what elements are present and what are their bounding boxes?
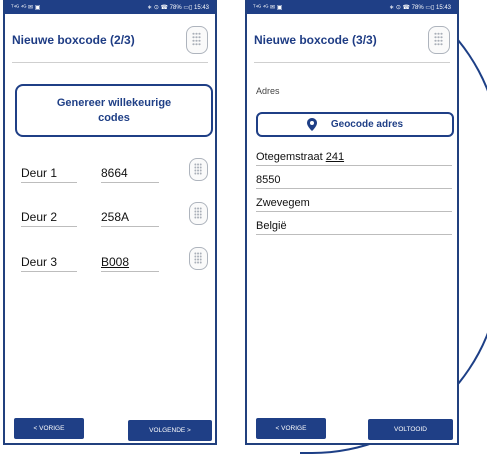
status-left: ᵀ⁴ᴳ ⁴ᴳ ✉ ▣ [253, 4, 283, 11]
generate-random-codes-button[interactable]: Genereer willekeurige codes [15, 84, 213, 137]
door-row: Deur 1 8664 [21, 158, 211, 188]
door-label: Deur 1 [21, 166, 77, 183]
previous-button[interactable]: < VORIGE [256, 418, 326, 439]
previous-button[interactable]: < VORIGE [14, 418, 84, 439]
keypad-icon[interactable] [189, 247, 208, 270]
street-name: Otegemstraat [256, 151, 323, 163]
location-pin-icon [306, 118, 317, 131]
status-left: ᵀ⁴ᴳ ⁴ᴳ ✉ ▣ [11, 4, 41, 11]
door-code-input[interactable]: 258A [101, 210, 159, 227]
next-button[interactable]: VOLGENDE > [128, 420, 212, 441]
house-number: 241 [325, 151, 345, 163]
app-header: Nieuwe boxcode (2/3) [5, 14, 215, 66]
geocode-address-button[interactable]: Geocode adres [256, 112, 454, 137]
header-divider [12, 62, 208, 63]
door-code-input[interactable]: 8664 [101, 166, 159, 183]
page-title: Nieuwe boxcode (2/3) [12, 33, 135, 47]
city-field[interactable]: Zwevegem [256, 197, 452, 212]
keypad-icon[interactable] [189, 158, 208, 181]
postal-code-field[interactable]: 8550 [256, 174, 452, 189]
app-header: Nieuwe boxcode (3/3) [247, 14, 457, 66]
phone-screen-address: ᵀ⁴ᴳ ⁴ᴳ ✉ ▣ ∗ ⊙ ☎ 78% ▭▯ 15:43 Nieuwe box… [245, 0, 459, 445]
status-bar: ᵀ⁴ᴳ ⁴ᴳ ✉ ▣ ∗ ⊙ ☎ 78% ▭▯ 15:43 [247, 0, 457, 14]
status-right: ∗ ⊙ ☎ 78% ▭▯ 15:43 [389, 4, 451, 11]
keypad-icon[interactable] [189, 202, 208, 225]
geocode-button-label: Geocode adres [330, 119, 404, 130]
status-right: ∗ ⊙ ☎ 78% ▭▯ 15:43 [147, 4, 209, 11]
door-code-input[interactable]: B008 [101, 255, 159, 272]
door-label: Deur 3 [21, 255, 77, 272]
country-field[interactable]: België [256, 220, 452, 235]
door-row: Deur 3 B008 [21, 247, 211, 277]
status-bar: ᵀ⁴ᴳ ⁴ᴳ ✉ ▣ ∗ ⊙ ☎ 78% ▭▯ 15:43 [5, 0, 215, 14]
address-label: Adres [256, 86, 280, 96]
header-divider [254, 62, 450, 63]
door-label: Deur 2 [21, 210, 77, 227]
page-title: Nieuwe boxcode (3/3) [254, 33, 377, 47]
keypad-icon [428, 26, 450, 54]
street-field[interactable]: Otegemstraat 241 [256, 151, 452, 166]
phone-screen-door-codes: ᵀ⁴ᴳ ⁴ᴳ ✉ ▣ ∗ ⊙ ☎ 78% ▭▯ 15:43 Nieuwe box… [3, 0, 217, 445]
door-row: Deur 2 258A [21, 202, 211, 232]
finish-button[interactable]: VOLTOOID [368, 419, 453, 440]
keypad-icon [186, 26, 208, 54]
